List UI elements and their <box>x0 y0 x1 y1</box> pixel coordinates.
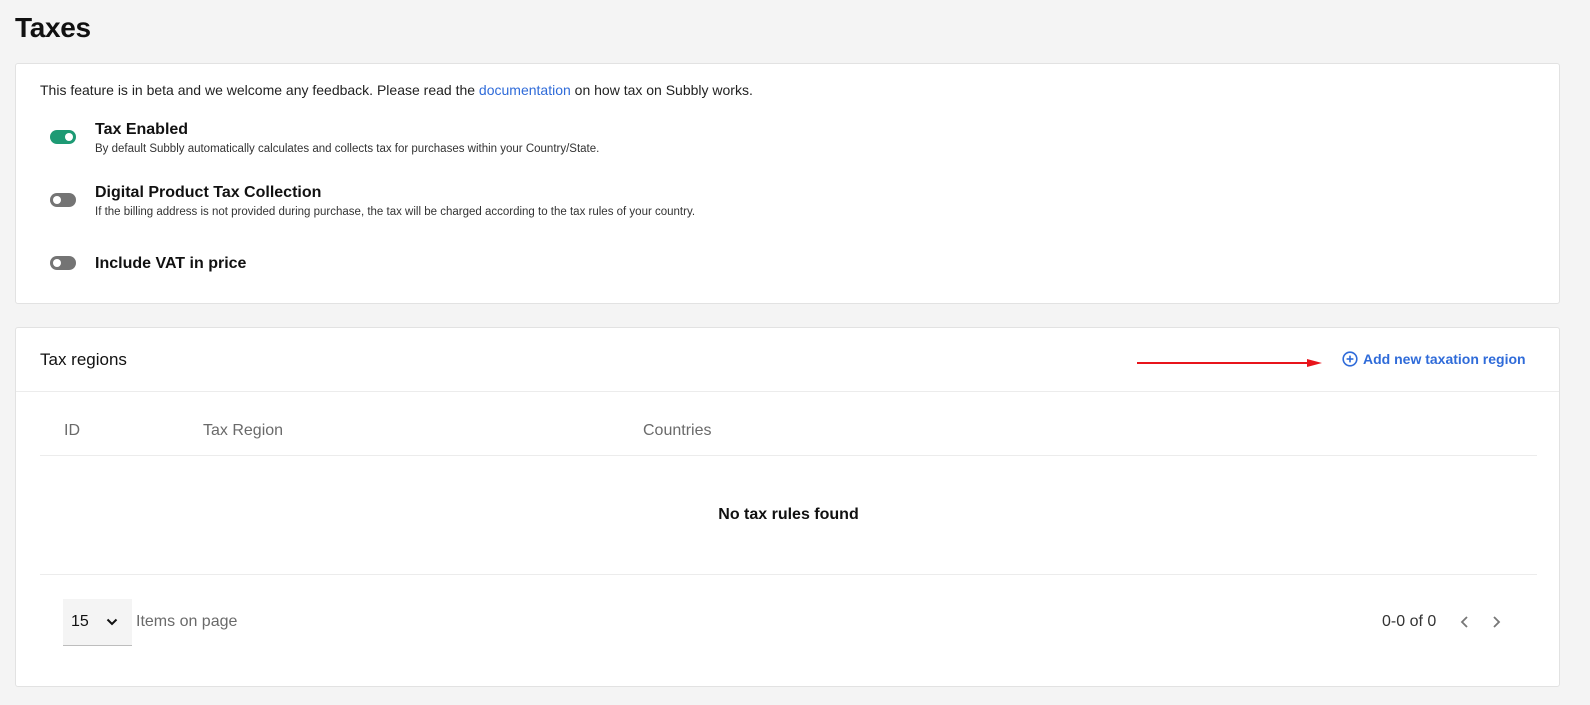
toggle-knob <box>65 133 73 141</box>
items-on-page-label: Items on page <box>136 613 238 630</box>
page-size-value: 15 <box>71 613 89 630</box>
chevron-right-icon[interactable] <box>1489 614 1503 630</box>
add-taxation-region-button[interactable]: Add new taxation region <box>1342 351 1526 367</box>
tax-enabled-title: Tax Enabled <box>95 121 189 138</box>
column-header-id[interactable]: ID <box>64 422 80 440</box>
add-taxation-region-label: Add new taxation region <box>1363 351 1526 367</box>
digital-product-tax-description: If the billing address is not provided d… <box>95 206 696 218</box>
column-header-tax-region[interactable]: Tax Region <box>203 422 283 440</box>
page-size-select[interactable]: 15 <box>63 599 132 646</box>
toggle-knob <box>53 259 61 267</box>
tax-enabled-toggle[interactable] <box>50 130 76 144</box>
tax-enabled-description: By default Subbly automatically calculat… <box>95 143 600 155</box>
digital-product-tax-toggle[interactable] <box>50 193 76 207</box>
beta-notice-prefix: This feature is in beta and we welcome a… <box>40 82 479 98</box>
tax-regions-header: Tax regions Add new taxation region <box>16 328 1559 392</box>
page-title: Taxes <box>15 12 91 43</box>
include-vat-title: Include VAT in price <box>95 255 247 272</box>
chevron-down-icon <box>106 618 118 626</box>
beta-notice-suffix: on how tax on Subbly works. <box>570 82 753 98</box>
chevron-left-icon[interactable] <box>1458 614 1472 630</box>
include-vat-toggle[interactable] <box>50 256 76 270</box>
tax-regions-table-header: ID Tax Region Countries <box>40 392 1537 456</box>
toggle-knob <box>53 196 61 204</box>
column-header-countries[interactable]: Countries <box>643 422 711 440</box>
beta-notice: This feature is in beta and we welcome a… <box>40 82 753 98</box>
documentation-link[interactable]: documentation <box>479 82 571 98</box>
tax-regions-card: Tax regions Add new taxation region ID T… <box>15 327 1560 687</box>
empty-state-message: No tax rules found <box>40 456 1537 575</box>
tax-settings-card: This feature is in beta and we welcome a… <box>15 63 1560 304</box>
pagination-range: 0-0 of 0 <box>1382 613 1437 630</box>
digital-product-tax-title: Digital Product Tax Collection <box>95 184 322 201</box>
tax-regions-title: Tax regions <box>40 350 127 369</box>
annotation-arrow-icon <box>1137 359 1322 367</box>
plus-circle-icon <box>1342 351 1358 367</box>
